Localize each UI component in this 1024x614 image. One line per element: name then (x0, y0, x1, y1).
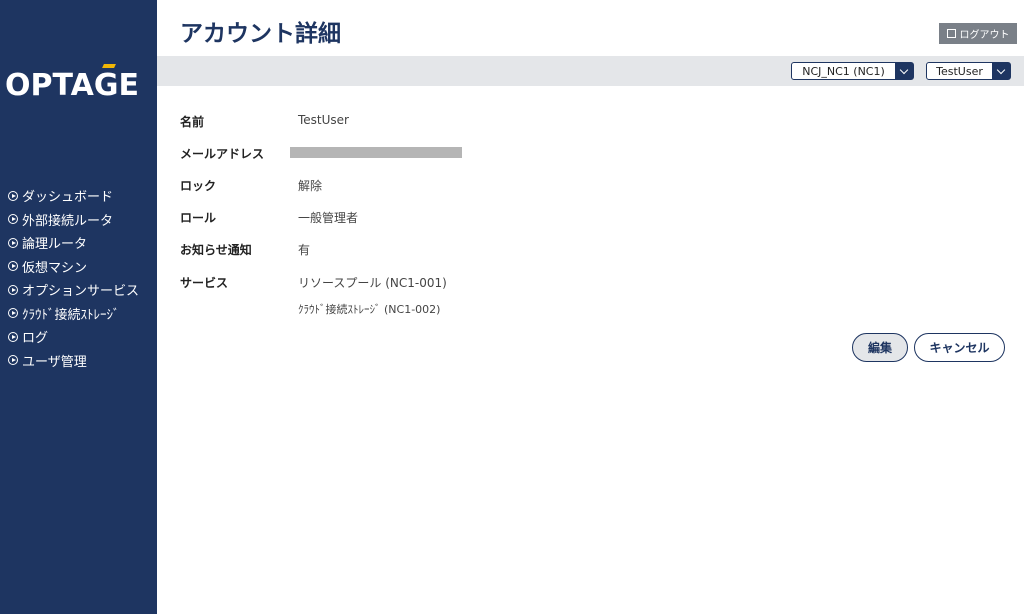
sidebar-item-label: ログ (22, 331, 49, 347)
edit-button[interactable]: 編集 (852, 333, 908, 362)
play-circle-icon (8, 355, 18, 366)
sidebar-nav: ダッシュボード 外部接続ルータ 論理ルータ 仮想マシン オプションサービス ｸﾗ… (8, 184, 139, 372)
logo-accent (102, 64, 116, 68)
play-circle-icon (8, 214, 18, 225)
play-circle-icon (8, 190, 18, 201)
service-label: サービス (180, 276, 229, 290)
sidebar-item-label: 論理ルータ (22, 237, 88, 253)
play-circle-icon (8, 331, 18, 342)
page-title: アカウント詳細 (180, 21, 341, 47)
play-circle-icon (8, 237, 18, 248)
sidebar-item-log[interactable]: ログ (8, 325, 139, 349)
play-circle-icon (8, 308, 18, 319)
tenant-select-value: NCJ_NC1 (NC1) (802, 64, 885, 78)
play-circle-icon (8, 284, 18, 295)
sidebar-item-logical-router[interactable]: 論理ルータ (8, 231, 139, 255)
sidebar-item-label: オプションサービス (22, 284, 140, 300)
user-select-value: TestUser (936, 64, 983, 78)
service-value: ｸﾗｳﾄﾞ接続ｽﾄﾚｰｼﾞ (NC1-002) (298, 303, 441, 316)
sidebar-item-label: ユーザ管理 (22, 354, 87, 370)
name-value: TestUser (298, 113, 349, 127)
lock-value: 解除 (298, 179, 323, 193)
lock-label: ロック (180, 179, 217, 193)
tenant-select[interactable]: NCJ_NC1 (NC1) (791, 62, 914, 80)
sidebar-item-dashboard[interactable]: ダッシュボード (8, 184, 139, 208)
logout-icon (946, 29, 956, 38)
sidebar-item-user-management[interactable]: ユーザ管理 (8, 349, 139, 373)
role-label: ロール (180, 211, 217, 225)
sidebar-item-label: ｸﾗｳﾄﾞ接続ｽﾄﾚｰｼﾞ (22, 307, 120, 323)
sidebar-item-label: 仮想マシン (22, 260, 88, 276)
notify-value: 有 (298, 243, 311, 257)
service-value: リソースプール (NC1-001) (298, 276, 447, 290)
notify-label: お知らせ通知 (180, 243, 252, 257)
sidebar-item-option-service[interactable]: オプションサービス (8, 278, 139, 302)
email-label: メールアドレス (180, 147, 265, 161)
cancel-button[interactable]: キャンセル (914, 333, 1005, 362)
sidebar: OPTAGE ダッシュボード 外部接続ルータ 論理ルータ 仮想マシン オプション… (0, 0, 157, 614)
optage-logo: OPTAGE (5, 64, 139, 103)
sidebar-item-label: 外部接続ルータ (22, 213, 114, 229)
chevron-down-icon (895, 63, 913, 79)
email-value-redacted (290, 147, 462, 158)
sidebar-item-cloud-storage[interactable]: ｸﾗｳﾄﾞ接続ｽﾄﾚｰｼﾞ (8, 302, 139, 326)
sidebar-item-external-router[interactable]: 外部接続ルータ (8, 208, 139, 232)
play-circle-icon (8, 261, 18, 272)
logout-button[interactable]: ログアウト (939, 23, 1017, 44)
chevron-down-icon (992, 63, 1010, 79)
logout-label: ログアウト (959, 30, 1010, 41)
role-value: 一般管理者 (298, 211, 359, 225)
name-label: 名前 (180, 115, 205, 129)
sidebar-item-label: ダッシュボード (22, 190, 114, 206)
user-select[interactable]: TestUser (926, 62, 1011, 80)
sidebar-item-virtual-machine[interactable]: 仮想マシン (8, 255, 139, 279)
